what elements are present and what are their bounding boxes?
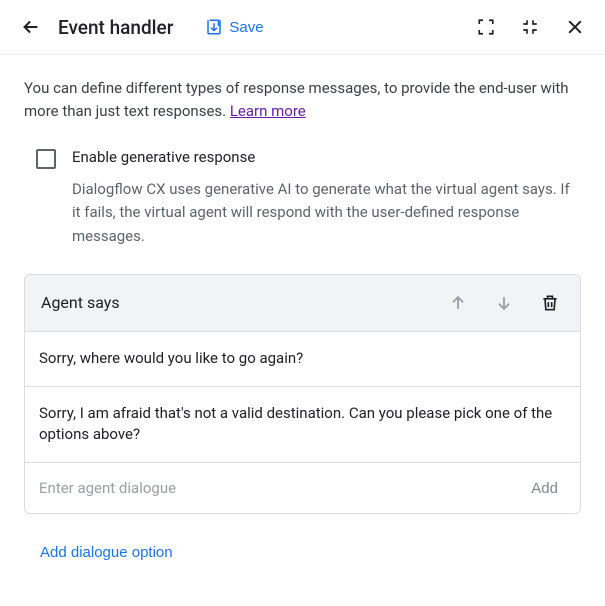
dialogue-row[interactable]: Sorry, where would you like to go again? [25,332,580,387]
move-up-button[interactable] [444,289,472,317]
learn-more-link[interactable]: Learn more [230,102,306,120]
dialogue-input[interactable] [39,473,523,503]
generative-label: Enable generative response [72,148,581,166]
collapse-button[interactable] [517,14,543,40]
arrow-up-icon [448,293,468,313]
agent-says-header: Agent says [25,275,580,332]
close-icon [565,17,585,37]
dialogue-row[interactable]: Sorry, I am afraid that's not a valid de… [25,387,580,464]
generative-section: Enable generative response Dialogflow CX… [24,148,581,248]
save-label: Save [229,19,263,36]
expand-button[interactable] [473,14,499,40]
dialogue-input-row: Add [25,463,580,513]
add-dialogue-button[interactable]: Add [523,476,566,501]
save-icon [205,18,223,36]
delete-button[interactable] [536,289,564,317]
panel-title: Event handler [58,16,173,39]
save-button[interactable]: Save [197,14,271,40]
enable-generative-checkbox[interactable] [36,149,56,169]
description-text: You can define different types of respon… [24,77,581,122]
panel-content: You can define different types of respon… [0,55,605,589]
generative-content: Enable generative response Dialogflow CX… [72,148,581,248]
move-down-button[interactable] [490,289,518,317]
trash-icon [540,293,560,313]
agent-says-title: Agent says [41,293,120,312]
generative-description: Dialogflow CX uses generative AI to gene… [72,178,581,248]
expand-icon [477,18,495,36]
add-dialogue-option-button[interactable]: Add dialogue option [36,538,177,567]
close-button[interactable] [561,13,589,41]
arrow-left-icon [20,16,42,38]
header-actions [473,13,589,41]
collapse-icon [521,18,539,36]
panel-header: Event handler Save [0,0,605,55]
back-button[interactable] [16,12,46,42]
agent-says-card: Agent says Sorry, where would you like t… [24,274,581,514]
agent-says-actions [444,289,564,317]
arrow-down-icon [494,293,514,313]
